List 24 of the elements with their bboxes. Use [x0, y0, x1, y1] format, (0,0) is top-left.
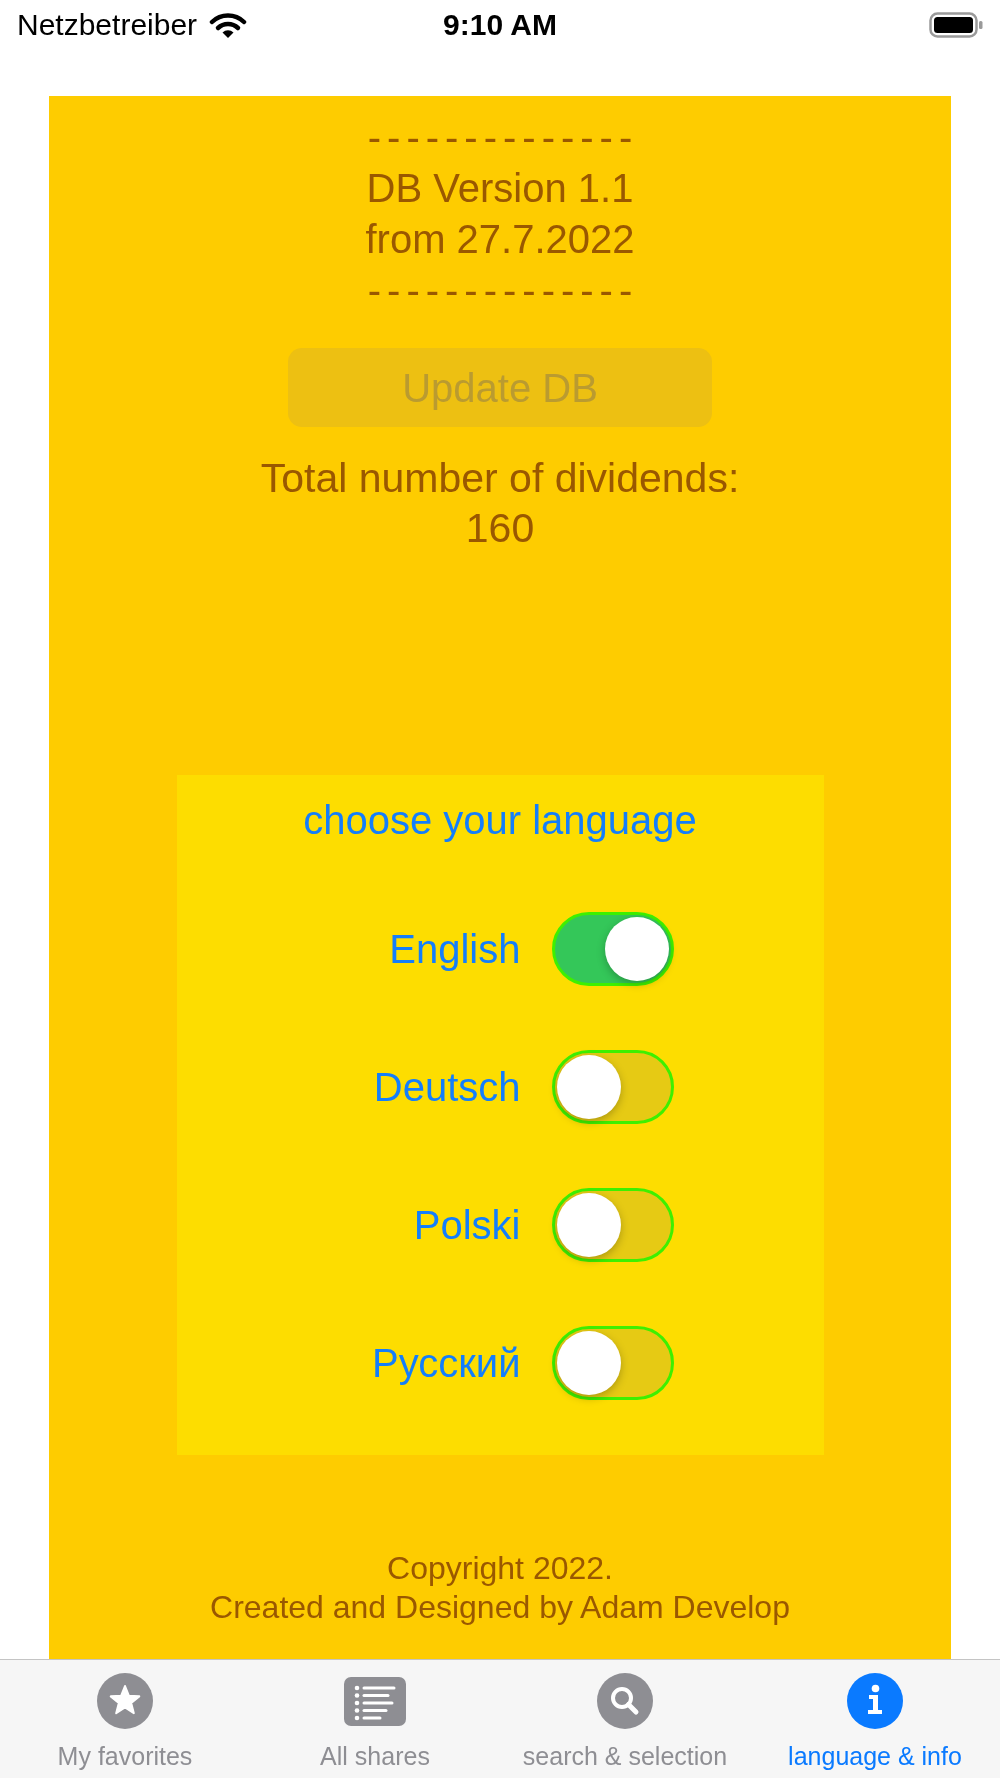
date-text: from 27.7.2022: [365, 216, 635, 263]
info-icon: [847, 1673, 903, 1729]
total-dividends-value: 160: [465, 504, 535, 553]
battery-icon: [929, 12, 983, 38]
toggle-switch[interactable]: [551, 912, 674, 986]
language-heading: choose your language: [302, 797, 698, 844]
version-text: DB Version 1.1: [366, 165, 634, 212]
language-label: Polski: [412, 1202, 521, 1249]
tab-button[interactable]: All shares: [250, 1660, 500, 1778]
total-dividends-label: Total number of dividends:: [260, 454, 740, 503]
search-icon: [597, 1673, 653, 1729]
carrier-name: Netzbetreiber: [17, 7, 198, 43]
wifi-icon: [209, 11, 248, 39]
tab-button[interactable]: My favorites: [0, 1660, 250, 1778]
credit-text: Created and Designed by Adam Develop: [210, 1588, 790, 1627]
dash-separator: --------------: [366, 267, 639, 314]
clock-time: 9:10 AM: [443, 7, 557, 43]
tab-button[interactable]: language & info: [750, 1660, 1000, 1778]
dash-separator: --------------: [366, 114, 639, 161]
language-label: Русский: [371, 1340, 521, 1387]
tab-button[interactable]: search & selection: [500, 1660, 750, 1778]
copyright-text: Copyright 2022.: [387, 1549, 613, 1588]
language-label: Deutsch: [372, 1064, 521, 1111]
language-label: English: [388, 926, 521, 973]
